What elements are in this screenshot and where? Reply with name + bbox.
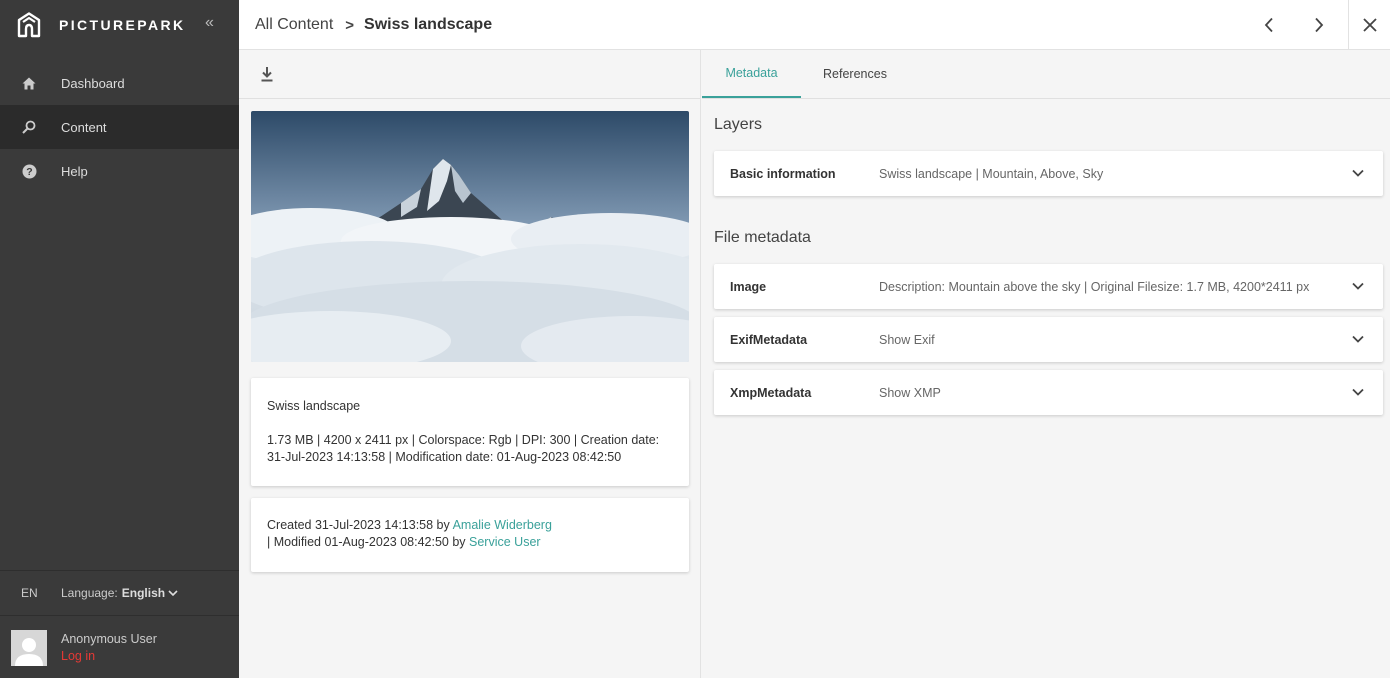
- header-divider: [1348, 0, 1349, 50]
- breadcrumb-separator: >: [345, 16, 355, 34]
- chevron-down-icon: [168, 590, 178, 596]
- tab-bar: Metadata References: [702, 50, 1390, 99]
- created-text: Created 31-Jul-2023 14:13:58 by: [267, 518, 450, 532]
- accordion-image[interactable]: Image Description: Mountain above the sk…: [714, 264, 1383, 309]
- language-value: English: [121, 586, 166, 600]
- sidebar-nav: Dashboard Content ? Help: [0, 61, 239, 193]
- accordion-label: XmpMetadata: [730, 385, 812, 400]
- accordion-xmp-metadata[interactable]: XmpMetadata Show XMP: [714, 370, 1383, 415]
- accordion-label: Image: [730, 279, 767, 294]
- breadcrumb: All Content > Swiss landscape: [255, 16, 492, 34]
- avatar: [11, 629, 47, 666]
- picturepark-logo-icon: [17, 12, 41, 38]
- accordion-summary: Show Exif: [879, 332, 935, 347]
- language-code: EN: [21, 586, 38, 600]
- home-icon: [21, 75, 37, 91]
- sidebar-item-label: Help: [61, 163, 88, 179]
- language-label: Language:: [61, 586, 118, 600]
- asset-info-line: 31-Jul-2023 14:13:58 | Modification date…: [267, 450, 622, 464]
- accordion-summary: Show XMP: [879, 385, 941, 400]
- tab-references[interactable]: References: [801, 50, 909, 98]
- chevron-right-icon: [1315, 17, 1324, 33]
- brand: PICTUREPARK «: [0, 0, 239, 50]
- accordion-exif-metadata[interactable]: ExifMetadata Show Exif: [714, 317, 1383, 362]
- brand-name: PICTUREPARK: [59, 17, 186, 33]
- close-icon: [1363, 18, 1377, 32]
- preview-toolbar: [239, 50, 700, 99]
- asset-info-line: 1.73 MB | 4200 x 2411 px | Colorspace: R…: [267, 433, 660, 447]
- chevron-down-icon: [1352, 388, 1364, 396]
- accordion-summary: Swiss landscape | Mountain, Above, Sky: [879, 166, 1104, 181]
- sidebar-item-content[interactable]: Content: [0, 105, 239, 149]
- mountain-image: [251, 111, 689, 362]
- close-button[interactable]: [1355, 10, 1385, 40]
- accordion-label: Basic information: [730, 166, 836, 181]
- accordion-label: ExifMetadata: [730, 332, 808, 347]
- download-icon[interactable]: [260, 66, 274, 82]
- chevron-left-icon: [1264, 17, 1273, 33]
- sidebar-item-label: Dashboard: [61, 75, 125, 91]
- next-button[interactable]: [1304, 10, 1334, 40]
- metadata-pane: Metadata References Layers Basic informa…: [702, 50, 1390, 678]
- file-metadata-title: File metadata: [714, 229, 811, 246]
- accordion-summary: Description: Mountain above the sky | Or…: [879, 279, 1310, 294]
- svg-text:?: ?: [26, 166, 32, 178]
- layers-title: Layers: [714, 116, 763, 133]
- sidebar-item-label: Content: [61, 119, 107, 135]
- tab-metadata[interactable]: Metadata: [702, 50, 801, 98]
- chevron-down-icon: [1352, 169, 1364, 177]
- breadcrumb-all-content[interactable]: All Content: [255, 16, 333, 34]
- accordion-basic-information[interactable]: Basic information Swiss landscape | Moun…: [714, 151, 1383, 196]
- audit-card: Created 31-Jul-2023 14:13:58 by Amalie W…: [251, 498, 689, 572]
- user-info: Anonymous User Log in: [61, 631, 157, 665]
- language-bar: EN Language: English: [0, 570, 239, 616]
- asset-info-card: Swiss landscape 1.73 MB | 4200 x 2411 px…: [251, 378, 689, 486]
- preview-pane: Swiss landscape 1.73 MB | 4200 x 2411 px…: [239, 50, 701, 678]
- user-bar: Anonymous User Log in: [0, 617, 239, 678]
- page-title: Swiss landscape: [364, 16, 493, 33]
- asset-title: Swiss landscape: [267, 399, 361, 413]
- header: All Content > Swiss landscape: [239, 0, 1390, 50]
- sidebar-item-help[interactable]: ? Help: [0, 149, 239, 193]
- modified-text: | Modified 01-Aug-2023 08:42:50 by: [267, 535, 466, 549]
- collapse-sidebar-icon[interactable]: «: [205, 14, 214, 32]
- created-by-link[interactable]: Amalie Widerberg: [453, 518, 552, 532]
- previous-button[interactable]: [1254, 10, 1284, 40]
- user-name: Anonymous User: [61, 631, 157, 646]
- chevron-down-icon: [1352, 282, 1364, 290]
- modified-by-link[interactable]: Service User: [469, 535, 541, 549]
- sidebar: PICTUREPARK « Dashboard Content ? Help E…: [0, 0, 239, 678]
- preview-image[interactable]: [251, 111, 689, 362]
- sidebar-item-dashboard[interactable]: Dashboard: [0, 61, 239, 105]
- chevron-down-icon: [1352, 335, 1364, 343]
- search-icon: [21, 119, 37, 135]
- login-link[interactable]: Log in: [61, 648, 157, 665]
- language-select[interactable]: Language: English: [61, 586, 178, 600]
- help-icon: ?: [21, 163, 37, 179]
